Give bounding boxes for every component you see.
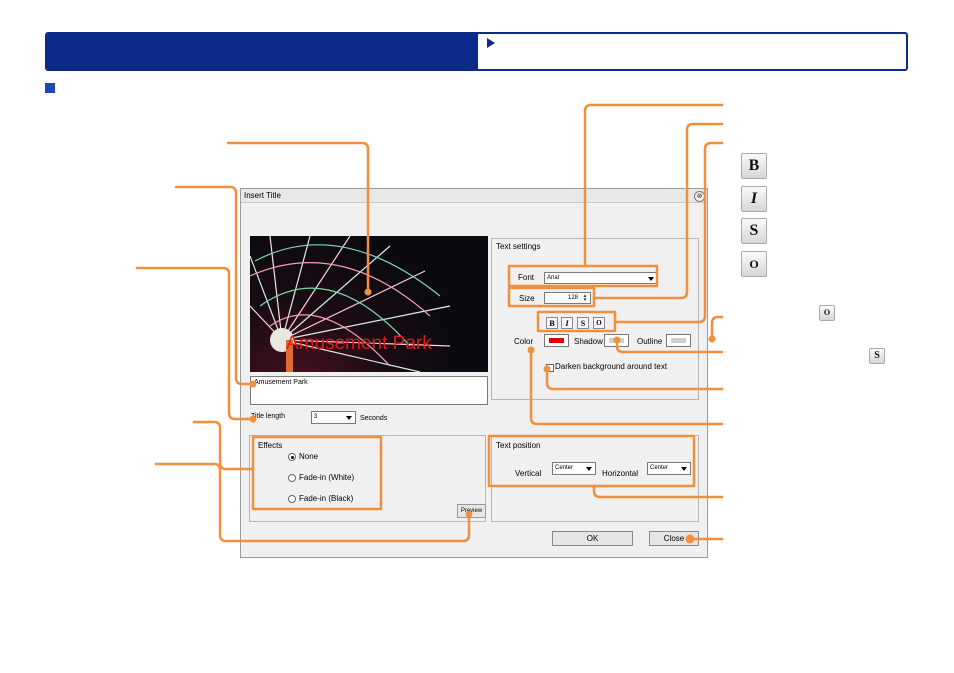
callout-title-input [174,185,254,386]
callout-text-position [592,484,724,499]
callout-effects [192,420,255,471]
style-buttons-highlight [536,310,617,333]
callout-preview-button [154,462,471,543]
callout-dot [543,365,551,373]
callout-dot [465,510,473,518]
size-highlight [507,286,596,308]
callout-dot [249,380,257,388]
effects-highlight [251,435,383,511]
callout-dot [708,335,716,343]
callout-font [583,103,724,268]
callout-dot [364,288,372,296]
callout-dot [527,346,535,354]
font-highlight [507,264,659,288]
callout-shadow [615,338,724,354]
callout-dot [249,415,257,423]
callout-darken [545,367,724,391]
callout-preview [226,141,370,294]
callout-color [529,348,724,426]
callout-dot [613,336,621,344]
callout-outline [710,315,724,341]
callout-dot [685,534,695,544]
text-position-highlight [487,434,696,488]
callout-style-buttons [613,141,724,324]
callout-lines [135,103,724,544]
